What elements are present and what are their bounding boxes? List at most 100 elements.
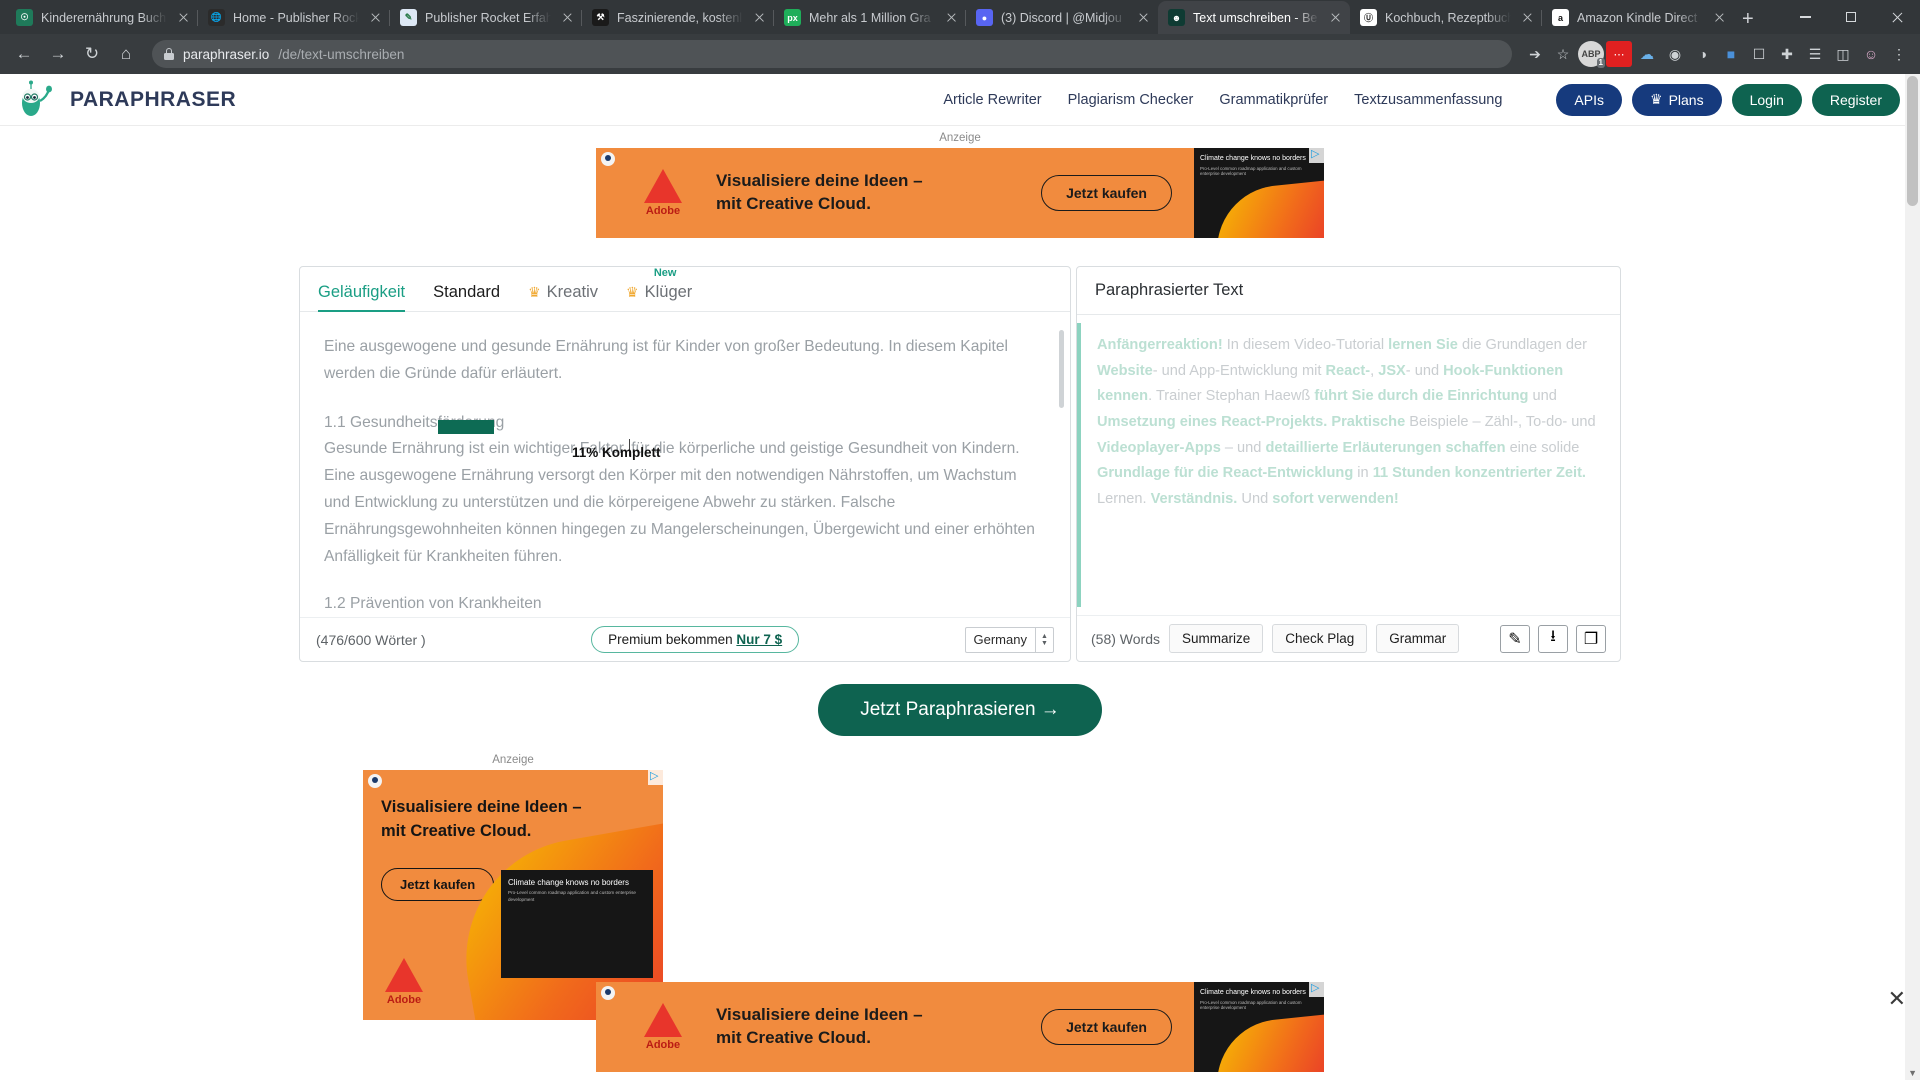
nav-grammatikpruefer[interactable]: Grammatikprüfer	[1219, 92, 1328, 108]
adblock-icon[interactable]: ABP 1	[1578, 41, 1605, 68]
summarize-button[interactable]: Summarize	[1168, 624, 1264, 654]
close-icon[interactable]	[1519, 9, 1536, 26]
page-content: PARAPHRASER Article Rewriter Plagiarism …	[0, 74, 1920, 1080]
premium-upsell-button[interactable]: Premium bekommen Nur 7 $	[591, 626, 800, 654]
page-scrollbar[interactable]: ▲ ▼	[1905, 74, 1920, 1080]
close-icon[interactable]	[367, 9, 384, 26]
close-icon[interactable]	[559, 9, 576, 26]
new-tab-button[interactable]: +	[1742, 9, 1754, 29]
back-icon[interactable]: ←	[8, 38, 40, 70]
ad-label-square: Anzeige	[492, 754, 534, 767]
tab-title: Mehr als 1 Million Gra	[809, 10, 931, 25]
ad-artwork: Climate change knows no borders Pro-Leve…	[1194, 148, 1324, 238]
crown-icon: ♛	[626, 284, 639, 300]
tab-title: Publisher Rocket Erfah	[425, 10, 551, 25]
close-icon[interactable]	[943, 9, 960, 26]
rainbow-extension-icon[interactable]: ☁	[1634, 41, 1660, 67]
nav-plagiarism-checker[interactable]: Plagiarism Checker	[1068, 92, 1194, 108]
highlighter-icon[interactable]: ✎	[1500, 624, 1530, 653]
ad-square-cta[interactable]: Jetzt kaufen	[381, 868, 495, 902]
scroll-down-icon[interactable]: ▼	[1908, 1068, 1917, 1078]
chevron-stepper-icon[interactable]: ▲ ▼	[1034, 627, 1053, 652]
ad-banner-top[interactable]: Adobe Visualisiere deine Ideen – mit Cre…	[596, 148, 1324, 238]
share-icon[interactable]: ➔	[1522, 41, 1548, 67]
tab-gelaeufigkeit[interactable]: Geläufigkeit	[318, 283, 406, 312]
forward-icon[interactable]: →	[42, 38, 74, 70]
globe-icon: 🌐	[208, 9, 225, 26]
ad-art-sub: Pro-Level common roadmap application and…	[508, 890, 636, 902]
scroll-thumb[interactable]	[1907, 76, 1918, 206]
apis-button[interactable]: APIs	[1556, 83, 1622, 116]
adchoices-icon[interactable]	[648, 770, 663, 786]
brand[interactable]: PARAPHRASER	[14, 79, 236, 121]
profile-avatar-icon[interactable]: ☺	[1858, 41, 1884, 67]
output-plain: . Trainer Stephan Haewß	[1148, 388, 1315, 405]
ad-headline-line1: Visualisiere deine Ideen –	[716, 171, 923, 191]
tab-kreativ[interactable]: ♛ Kreativ	[528, 283, 598, 311]
tab-standard[interactable]: Standard	[433, 283, 500, 311]
browser-tab[interactable]: ☉ Kinderernährung Buch	[6, 1, 198, 34]
browser-tab[interactable]: ● (3) Discord | @Midjou	[966, 1, 1158, 34]
home-icon[interactable]: ⌂	[110, 38, 142, 70]
browser-tab[interactable]: Ⓤ Kochbuch, Rezeptbuch	[1350, 1, 1542, 34]
paraphrase-button[interactable]: Jetzt Paraphrasieren →	[818, 684, 1102, 737]
close-icon[interactable]	[1135, 9, 1152, 26]
country-select[interactable]: Germany ▲ ▼	[964, 626, 1054, 653]
mode-tabs: Geläufigkeit Standard ♛ Kreativ ♛ Klüger Ne…	[300, 267, 1070, 312]
nav-textzusammenfassung[interactable]: Textzusammenfassung	[1354, 92, 1502, 108]
close-sticky-ad-button[interactable]: ✕	[1888, 988, 1906, 1010]
output-plain: - und App-Entwicklung mit	[1152, 362, 1326, 379]
ad-cta-button[interactable]: Jetzt kaufen	[1041, 175, 1172, 211]
browser-tab[interactable]: ⚒ Faszinierende, kostenl	[582, 1, 774, 34]
browser-tab[interactable]: a Amazon Kindle Direct	[1542, 1, 1734, 34]
browser-tab[interactable]: px Mehr als 1 Million Gra	[774, 1, 966, 34]
register-button[interactable]: Register	[1811, 83, 1900, 116]
input-paragraph-1: Eine ausgewogene und gesunde Ernährung i…	[324, 338, 1008, 382]
address-bar[interactable]: paraphraser.io/de/text-umschreiben	[152, 40, 1512, 68]
adchoices-icon[interactable]	[1309, 982, 1324, 997]
red-dots-extension-icon[interactable]: ⋯	[1606, 41, 1632, 67]
browser-tab-active[interactable]: ☻ Text umschreiben - Be	[1158, 1, 1350, 34]
grammarly-icon[interactable]: ◉	[1662, 41, 1688, 67]
chrome-menu-icon[interactable]: ⋮	[1886, 41, 1912, 67]
plans-button[interactable]: ♛ Plans	[1632, 83, 1722, 116]
output-text[interactable]: Anfängerreaktion! In diesem Video-Tutori…	[1077, 315, 1620, 615]
download-icon[interactable]: ⭳	[1538, 624, 1568, 653]
crown-icon: ♛	[1650, 91, 1663, 107]
ad-banner-sticky[interactable]: Adobe Visualisiere deine Ideen – mit Cre…	[596, 982, 1324, 1072]
maximize-button[interactable]	[1828, 0, 1874, 34]
input-scrollbar-thumb[interactable]	[1059, 330, 1064, 408]
close-icon[interactable]	[175, 9, 192, 26]
sidebar-icon[interactable]: ◫	[1830, 41, 1856, 67]
adchoices-icon[interactable]	[1309, 148, 1324, 163]
copy-icon[interactable]: ❐	[1576, 624, 1606, 653]
close-window-button[interactable]	[1874, 0, 1920, 34]
puzzle-extension-icon[interactable]: ■	[1718, 41, 1744, 67]
output-plain: – und	[1220, 439, 1266, 456]
input-textarea[interactable]: Eine ausgewogene und gesunde Ernährung i…	[300, 312, 1070, 617]
close-icon[interactable]	[751, 9, 768, 26]
tab-kluger[interactable]: ♛ Klüger New	[626, 267, 692, 311]
ad-choices-avatar-icon	[601, 152, 615, 166]
extension-icon[interactable]: ✚	[1774, 41, 1800, 67]
ad-cta-button[interactable]: Jetzt kaufen	[1041, 1009, 1172, 1045]
minimize-button[interactable]	[1782, 0, 1828, 34]
camera-icon[interactable]: ☐	[1746, 41, 1772, 67]
ad-art-headline: Climate change knows no borders	[1200, 155, 1306, 162]
check-plag-button[interactable]: Check Plag	[1272, 624, 1368, 654]
bookmark-star-icon[interactable]: ☆	[1550, 41, 1576, 67]
lock-icon	[164, 48, 174, 60]
nav-article-rewriter[interactable]: Article Rewriter	[943, 92, 1041, 108]
input-word-count: (476/600 Wörter )	[316, 631, 426, 648]
login-button[interactable]: Login	[1731, 83, 1802, 116]
close-icon[interactable]	[1711, 9, 1728, 26]
close-icon[interactable]	[1327, 9, 1344, 26]
output-plain: ,	[1370, 362, 1379, 379]
browser-tab[interactable]: 🌐 Home - Publisher Rock	[198, 1, 390, 34]
output-title: Paraphrasierter Text	[1077, 267, 1620, 315]
grammar-button[interactable]: Grammar	[1376, 624, 1460, 654]
dark-reader-icon[interactable]: ◑	[1690, 41, 1716, 67]
reload-icon[interactable]: ↻	[76, 38, 108, 70]
reading-list-icon[interactable]: ☰	[1802, 41, 1828, 67]
browser-tab[interactable]: ✎ Publisher Rocket Erfah	[390, 1, 582, 34]
